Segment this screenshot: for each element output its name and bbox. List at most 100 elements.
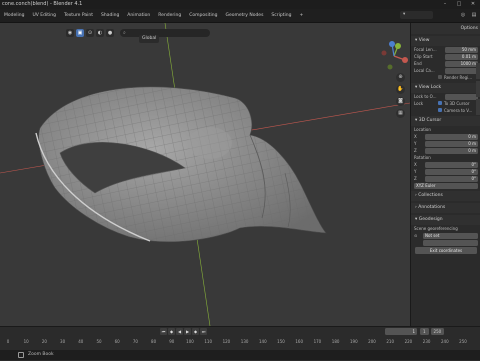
close-icon[interactable]: ✕ [466,0,480,9]
tab-0[interactable]: Modeling [0,9,28,22]
tab-7[interactable]: Geometry Nodes [221,9,267,22]
local-camera-field[interactable] [445,67,478,74]
timeline-tick: 110 [204,339,213,344]
viewport-search[interactable]: ⌕ [120,29,210,37]
zoom-icon[interactable]: ⊕ [396,73,405,82]
window-controls: – □ ✕ [438,0,480,9]
annotations-section-header[interactable]: › Annotations [411,203,480,213]
clip-start-field[interactable]: 0.01 m [445,53,478,60]
timeline-tick: 230 [422,339,431,344]
options-dropdown[interactable]: Options [461,24,478,33]
tab-1[interactable]: UV Editing [28,9,59,22]
tab-4[interactable]: Animation [123,9,154,22]
cursor-location-x[interactable]: 0 m [425,133,478,140]
view-icon[interactable]: ◉ [66,29,74,37]
tab-5[interactable]: Rendering [154,9,185,22]
sidebar-panel: Options ▾ View Focal Len... 50 mm Clip St… [410,23,480,326]
timeline-tick: 120 [222,339,231,344]
georef-status-icon: ⊙ [414,233,418,238]
jump-end-icon[interactable]: ⏭ [200,328,207,335]
cursor-location-y[interactable]: 0 m [425,140,478,147]
exit-coordinates-button[interactable]: Exit coordinates [415,247,477,254]
lock-object-field[interactable] [445,93,478,100]
play-icon[interactable]: ▶ [184,328,191,335]
navigation-gizmo[interactable] [378,40,410,72]
georef-values[interactable] [423,239,478,246]
focal-length-field[interactable]: 50 mm [445,46,478,53]
timeline-ruler[interactable]: 0 10 20 30 40 50 60 70 80 90 100 110 120 130 140 150 160… [0,337,480,346]
timeline-tick: 200 [368,339,376,344]
view-lock-section-header[interactable]: ▾ View Lock [411,83,480,93]
status-text: Zoom Book [28,352,54,357]
3d-viewport[interactable]: ◉ ▣ ⊙ ◐ ● ⌕ Global ⊕ ✋ ◙ ▦ [0,23,410,326]
cursor-rotation-z[interactable]: 0° [425,175,478,182]
current-frame-field[interactable]: 1 [385,328,417,335]
prev-keyframe-icon[interactable]: ◆ [168,328,175,335]
ortho-grid-icon[interactable]: ▦ [396,109,405,118]
cursor-location-z[interactable]: 0 m [425,147,478,154]
jump-start-icon[interactable]: ⏮ [160,328,167,335]
window-title: cone.conch(blend) - Blender 4.1 [2,1,83,7]
viewport-header: ◉ ▣ ⊙ ◐ ● [66,28,114,38]
geodesign-section-header[interactable]: ▾ Geodesign [411,215,480,225]
timeline-tick: 160 [295,339,304,344]
view-section-header[interactable]: ▾ View [411,36,480,46]
timeline-tick: 170 [313,339,322,344]
sidebar-tab-tool[interactable] [476,81,480,97]
tab-8[interactable]: Scripting [267,9,295,22]
orientation-dropdown[interactable]: Global [139,35,160,43]
view-layer-icon[interactable]: ▤ [470,11,478,19]
workspace-tabs: Modeling UV Editing Texture Paint Shading An… [0,9,480,23]
minimize-icon[interactable]: – [438,0,452,9]
select-box-icon[interactable]: ▣ [76,29,84,37]
search-icon: ⌕ [123,30,126,36]
sidebar-tab-item[interactable] [476,63,480,79]
timeline-tick: 220 [404,339,413,344]
timeline-tick: 190 [349,339,358,344]
start-frame-field[interactable]: 1 [420,328,429,335]
tab-9[interactable]: + [295,9,307,22]
mouse-icon [18,352,24,358]
scene-icon[interactable]: ◎ [459,11,467,19]
maximize-icon[interactable]: □ [452,0,466,9]
camera-to-view-checkbox[interactable] [438,108,442,112]
timeline-tick: 150 [277,339,285,344]
play-reverse-icon[interactable]: ◀ [176,328,183,335]
timeline-tick: 240 [440,339,449,344]
status-bar: Zoom Book [0,350,480,360]
next-keyframe-icon[interactable]: ◆ [192,328,199,335]
cursor-rotation-y[interactable]: 0° [425,168,478,175]
timeline-tick: 10 [23,339,29,344]
rotation-mode-dropdown[interactable]: XYZ Euler [414,182,478,189]
timeline-tick: 130 [240,339,249,344]
tab-2[interactable]: Texture Paint [60,9,97,22]
scene-selector[interactable]: ▾ [400,11,433,19]
xray-icon[interactable]: ◐ [96,29,104,37]
cursor-rotation-x[interactable]: 0° [425,161,478,168]
3d-cursor-section-header[interactable]: ▾ 3D Cursor [411,116,480,126]
timeline-tick: 30 [60,339,66,344]
tab-6[interactable]: Compositing [185,9,221,22]
timeline-tick: 90 [169,339,175,344]
sidebar-tab-view[interactable] [476,99,480,115]
collections-section-header[interactable]: › Collections [411,191,480,201]
viewport-scene [0,23,410,326]
timeline-tick: 0 [6,339,10,344]
timeline-tick: 100 [186,339,194,344]
end-frame-field[interactable]: 250 [430,328,445,335]
camera-icon[interactable]: ◙ [396,97,405,106]
timeline-tick: 50 [96,339,102,344]
clip-end-field[interactable]: 1000 m [445,60,478,67]
timeline-tick: 140 [258,339,267,344]
shading-solid-icon[interactable]: ● [106,29,114,37]
pan-hand-icon[interactable]: ✋ [396,85,405,94]
overlay-icon[interactable]: ⊙ [86,29,94,37]
render-region-checkbox[interactable] [438,75,442,79]
sidebar-tabs [476,63,480,115]
timeline-tick: 20 [41,339,47,344]
timeline-tick: 40 [78,339,84,344]
tab-3[interactable]: Shading [97,9,123,22]
to-3d-cursor-checkbox[interactable] [438,101,442,105]
timeline-tick: 180 [331,339,340,344]
timeline-tick: 210 [386,339,395,344]
